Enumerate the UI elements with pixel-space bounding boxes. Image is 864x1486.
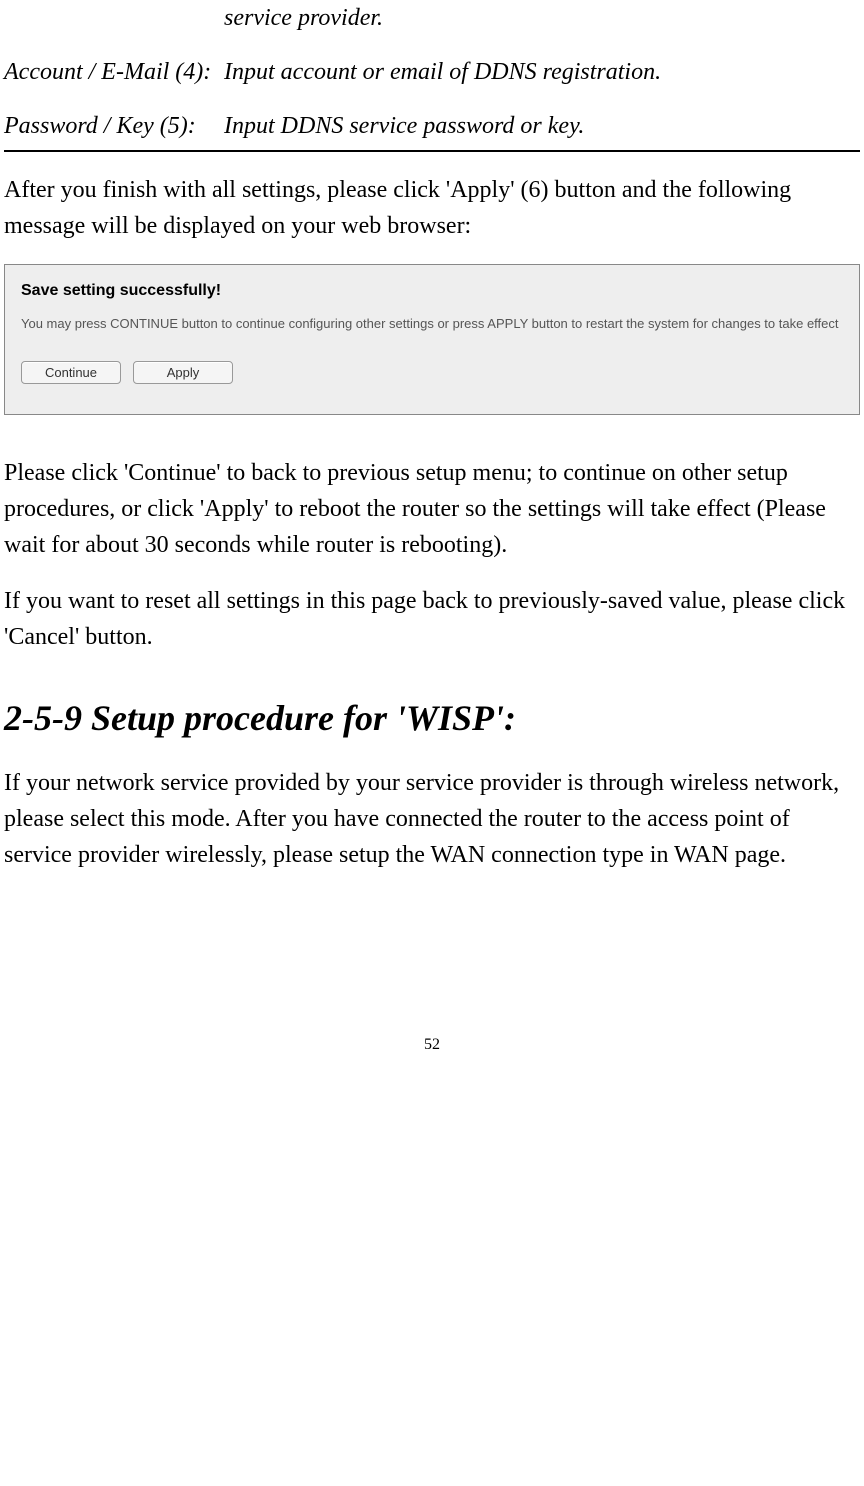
table-row: Password / Key (5): Input DDNS service p… [4, 108, 860, 152]
screenshot-title: Save setting successfully! [21, 279, 843, 303]
table-desc-partial: service provider. [224, 5, 383, 31]
paragraph-cancel: If you want to reset all settings in thi… [4, 583, 860, 655]
paragraph-wisp-desc: If your network service provided by your… [4, 765, 860, 873]
table-label-password: Password / Key (5): [4, 108, 224, 144]
apply-button[interactable]: Apply [133, 361, 233, 384]
definition-table: service provider. Account / E-Mail (4): … [4, 0, 860, 152]
table-row: Account / E-Mail (4): Input account or e… [4, 54, 860, 90]
page-number: 52 [4, 1033, 860, 1077]
screenshot-text: You may press CONTINUE button to continu… [21, 315, 843, 333]
table-label-account: Account / E-Mail (4): [4, 54, 224, 90]
table-row-partial: service provider. [4, 0, 860, 36]
screenshot-button-row: Continue Apply [21, 361, 843, 384]
table-desc-account: Input account or email of DDNS registrat… [224, 54, 860, 90]
paragraph-continue-apply: Please click 'Continue' to back to previ… [4, 455, 860, 563]
table-desc-password: Input DDNS service password or key. [224, 108, 860, 144]
paragraph-apply-instruction: After you finish with all settings, plea… [4, 172, 860, 244]
continue-button[interactable]: Continue [21, 361, 121, 384]
screenshot-save-success: Save setting successfully! You may press… [4, 264, 860, 415]
section-heading-wisp: 2-5-9 Setup procedure for 'WISP': [4, 691, 860, 745]
